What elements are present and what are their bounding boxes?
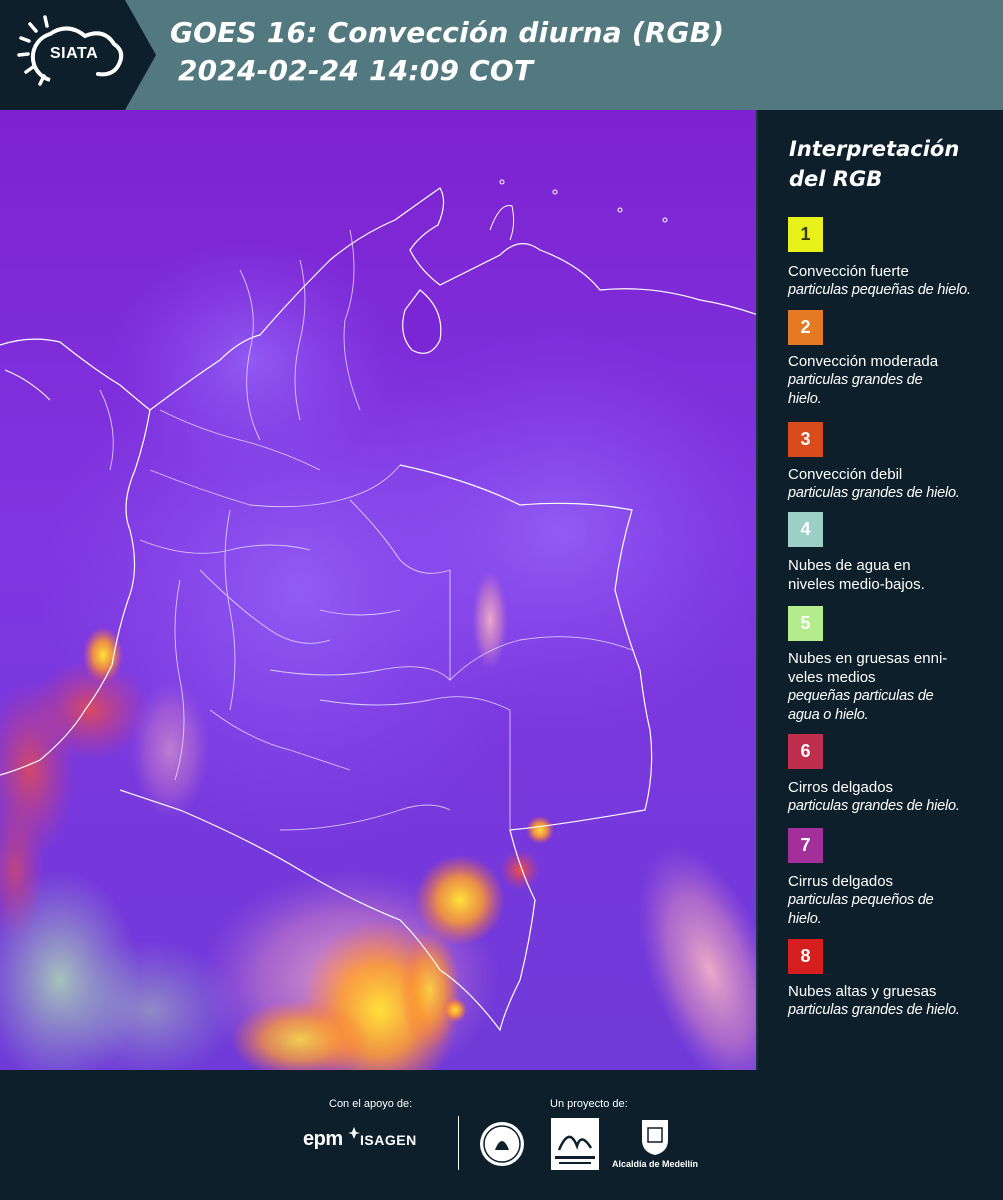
footer-divider — [458, 1116, 459, 1170]
legend-item-title: Cirros delgados — [788, 779, 894, 796]
legend-item-subtitle: particulas grandes de hielo. — [788, 485, 960, 501]
legend-item-6: Cirros delgados particulas grandes de hi… — [788, 778, 998, 816]
legend-panel: Interpretación del RGB 1 Convección fuer… — [758, 110, 1003, 1070]
legend-item-3: Convección debil particulas grandes de h… — [788, 465, 998, 503]
legend-item-subtitle: particulas grandes de hielo. — [788, 798, 960, 814]
legend-item-8: Nubes altas y gruesas particulas grandes… — [788, 982, 963, 1020]
swatch-number: 2 — [800, 317, 811, 337]
support-label: Con el apoyo de: — [329, 1098, 413, 1110]
legend-item-subtitle: particulas grandes de hielo. — [788, 372, 923, 407]
legend-swatch-4: 4 — [788, 512, 823, 547]
legend-swatch-3: 3 — [788, 422, 823, 457]
header-bar: SIATA GOES 16: Convección diurna (RGB) 2… — [0, 0, 1003, 110]
footer-bar: Con el apoyo de: Un proyecto de: epm ISA… — [0, 1070, 1003, 1200]
legend-item-4: Nubes de agua en niveles medio-bajos. — [788, 556, 958, 594]
swatch-number: 7 — [800, 835, 811, 855]
swatch-number: 1 — [800, 224, 811, 244]
area-metropolitana-logo-icon — [551, 1118, 599, 1170]
swatch-number: 3 — [800, 429, 811, 449]
legend-swatch-6: 6 — [788, 734, 823, 769]
legend-swatch-1: 1 — [788, 217, 823, 252]
legend-swatch-2: 2 — [788, 310, 823, 345]
isagen-logo: ISAGEN — [360, 1132, 417, 1148]
epm-logo: epm — [303, 1128, 343, 1150]
swatch-number: 6 — [800, 741, 811, 761]
swatch-number: 8 — [800, 946, 811, 966]
logo-text: SIATA — [50, 45, 99, 62]
legend-item-subtitle: particulas grandes de hielo. — [788, 1002, 960, 1018]
legend-item-subtitle: particulas pequeñas de hielo. — [788, 282, 971, 298]
legend-item-7: Cirrus delgados particulas pequeños de h… — [788, 872, 968, 929]
rgb-composite-map-image — [0, 110, 756, 1070]
swatch-number: 4 — [800, 519, 811, 539]
isagen-spark-icon — [348, 1127, 360, 1139]
legend-swatch-5: 5 — [788, 606, 823, 641]
legend-item-title: Convección moderada — [788, 353, 939, 370]
legend-swatch-7: 7 — [788, 828, 823, 863]
satellite-map — [0, 110, 758, 1070]
legend-item-subtitle: pequeñas particulas de agua o hielo. — [788, 688, 934, 723]
legend-item-subtitle: particulas pequeños de hielo. — [788, 892, 934, 927]
seal-icon — [480, 1122, 524, 1166]
alcaldia-label: Alcaldía de Medellín — [612, 1159, 699, 1169]
legend-swatch-8: 8 — [788, 939, 823, 974]
legend-item-title: Convección debil — [788, 466, 903, 483]
legend-item-1: Convección fuerte particulas pequeñas de… — [788, 262, 998, 300]
legend-title: Interpretación del RGB — [789, 137, 960, 191]
legend-item-title: Nubes altas y gruesas — [788, 983, 937, 1000]
swatch-number: 5 — [800, 613, 811, 633]
project-label: Un proyecto de: — [550, 1098, 628, 1110]
alcaldia-shield-icon — [642, 1120, 668, 1155]
page-subtitle-timestamp: 2024-02-24 14:09 COT — [178, 54, 534, 87]
legend-item-title: Convección fuerte — [788, 263, 909, 280]
legend-item-2: Convección moderada particulas grandes d… — [788, 352, 998, 409]
legend-item-title: Cirrus delgados — [788, 873, 894, 890]
legend-item-5: Nubes en gruesas enni-veles medios peque… — [788, 649, 968, 725]
legend-item-title: Nubes en gruesas enni-veles medios — [788, 650, 948, 686]
legend-item-title: Nubes de agua en niveles medio-bajos. — [788, 557, 925, 593]
page-title: GOES 16: Convección diurna (RGB) — [170, 16, 725, 49]
siata-logo: SIATA — [0, 0, 158, 110]
